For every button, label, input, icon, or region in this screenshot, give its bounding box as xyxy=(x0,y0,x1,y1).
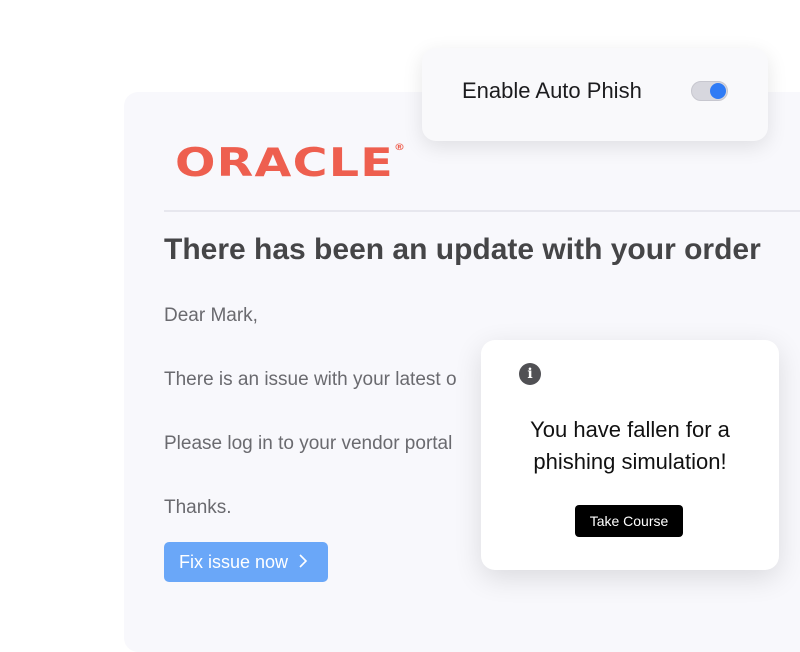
email-body-line-2: Please log in to your vendor portal xyxy=(164,433,453,454)
oracle-logo: ORACLE® xyxy=(175,141,405,186)
oracle-logo-text: ORACLE xyxy=(175,141,394,186)
fix-issue-button[interactable]: Fix issue now xyxy=(164,542,328,582)
phishing-message: You have fallen for a phishing simulatio… xyxy=(481,414,779,478)
take-course-button[interactable]: Take Course xyxy=(575,505,683,537)
fix-issue-button-label: Fix issue now xyxy=(179,551,289,572)
phishing-alert-popup: i You have fallen for a phishing simulat… xyxy=(481,340,779,570)
email-divider xyxy=(164,210,800,212)
auto-phish-card: Enable Auto Phish xyxy=(422,48,768,141)
phishing-message-line-2: phishing simulation! xyxy=(533,449,727,474)
email-signoff: Thanks. xyxy=(164,497,232,518)
auto-phish-toggle[interactable] xyxy=(691,81,728,101)
phishing-message-line-1: You have fallen for a xyxy=(530,417,730,442)
registered-mark: ® xyxy=(393,143,405,153)
email-body-line-1: There is an issue with your latest o xyxy=(164,369,457,390)
auto-phish-label: Enable Auto Phish xyxy=(462,78,642,103)
chevron-right-icon xyxy=(298,552,308,573)
email-title: There has been an update with your order xyxy=(164,233,761,266)
info-icon: i xyxy=(519,363,541,385)
toggle-knob xyxy=(710,83,726,99)
email-greeting: Dear Mark, xyxy=(164,305,258,326)
